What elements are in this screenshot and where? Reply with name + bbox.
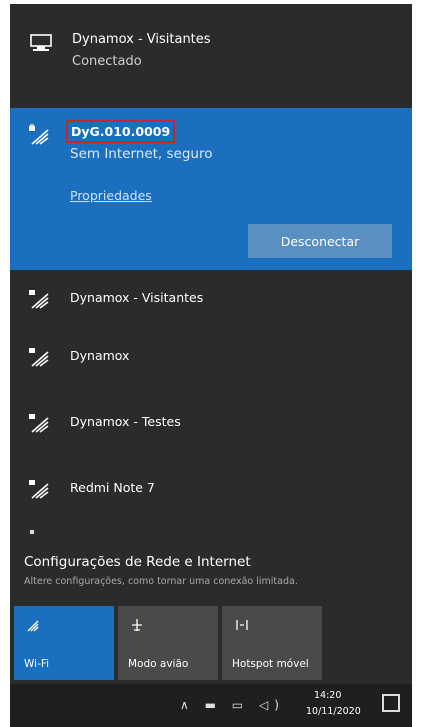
hotspot-tile-label: Hotspot móvel	[232, 658, 309, 670]
airplane-icon	[130, 618, 144, 636]
network-monitor-icon	[30, 34, 52, 51]
network-item[interactable]: Dynamox - Visitantes	[10, 270, 412, 328]
wifi-secured-icon	[29, 124, 49, 145]
airplane-mode-tile[interactable]: Modo avião	[118, 606, 218, 680]
network-name: Dynamox	[70, 348, 130, 363]
wired-connection-item[interactable]: Dynamox - Visitantes Conectado	[10, 14, 412, 94]
more-networks-indicator	[30, 530, 34, 534]
notifications-icon[interactable]	[382, 694, 400, 712]
wifi-tile-label: Wi-Fi	[24, 658, 50, 670]
selected-network-item[interactable]: DyG.010.0009 Sem Internet, seguro Propri…	[10, 108, 412, 270]
network-settings-link[interactable]: Configurações de Rede e Internet	[24, 554, 251, 570]
network-icon[interactable]: ▭	[232, 698, 249, 712]
airplane-tile-label: Modo avião	[128, 658, 189, 670]
wired-connection-status: Conectado	[72, 54, 142, 69]
hotspot-tile[interactable]: Hotspot móvel	[222, 606, 322, 680]
clock-date[interactable]: 10/11/2020	[306, 706, 361, 717]
battery-icon[interactable]: ▬	[205, 698, 222, 712]
network-name: Dynamox - Testes	[70, 414, 181, 429]
wifi-icon	[26, 618, 40, 636]
hotspot-icon	[234, 618, 250, 636]
taskbar: ∧ ▬ ▭ ◁) 14:20 10/11/2020	[10, 684, 412, 727]
selected-network-ssid: DyG.010.0009	[66, 120, 176, 143]
wifi-secured-icon	[29, 290, 49, 309]
network-settings-subtitle: Altere configurações, como tornar uma co…	[24, 576, 298, 587]
network-item[interactable]: Dynamox	[10, 328, 412, 386]
clock-time[interactable]: 14:20	[314, 690, 341, 701]
properties-link[interactable]: Propriedades	[70, 188, 152, 203]
selected-network-status: Sem Internet, seguro	[70, 146, 213, 162]
network-name: Dynamox - Visitantes	[70, 290, 204, 305]
volume-icon[interactable]: ◁)	[259, 698, 285, 712]
network-name: Redmi Note 7	[70, 480, 155, 495]
chevron-up-icon[interactable]: ∧	[180, 698, 195, 712]
wifi-secured-icon	[29, 414, 49, 433]
system-tray-icons[interactable]: ∧ ▬ ▭ ◁)	[180, 698, 285, 712]
wifi-secured-icon	[29, 348, 49, 367]
wired-connection-name: Dynamox - Visitantes	[72, 32, 211, 47]
frame-top-border	[0, 0, 424, 4]
wifi-secured-icon	[29, 480, 49, 499]
network-item[interactable]: Redmi Note 7	[10, 460, 412, 518]
network-item[interactable]: Dynamox - Testes	[10, 394, 412, 452]
wifi-toggle-tile[interactable]: Wi-Fi	[14, 606, 114, 680]
disconnect-button[interactable]: Desconectar	[248, 224, 392, 258]
